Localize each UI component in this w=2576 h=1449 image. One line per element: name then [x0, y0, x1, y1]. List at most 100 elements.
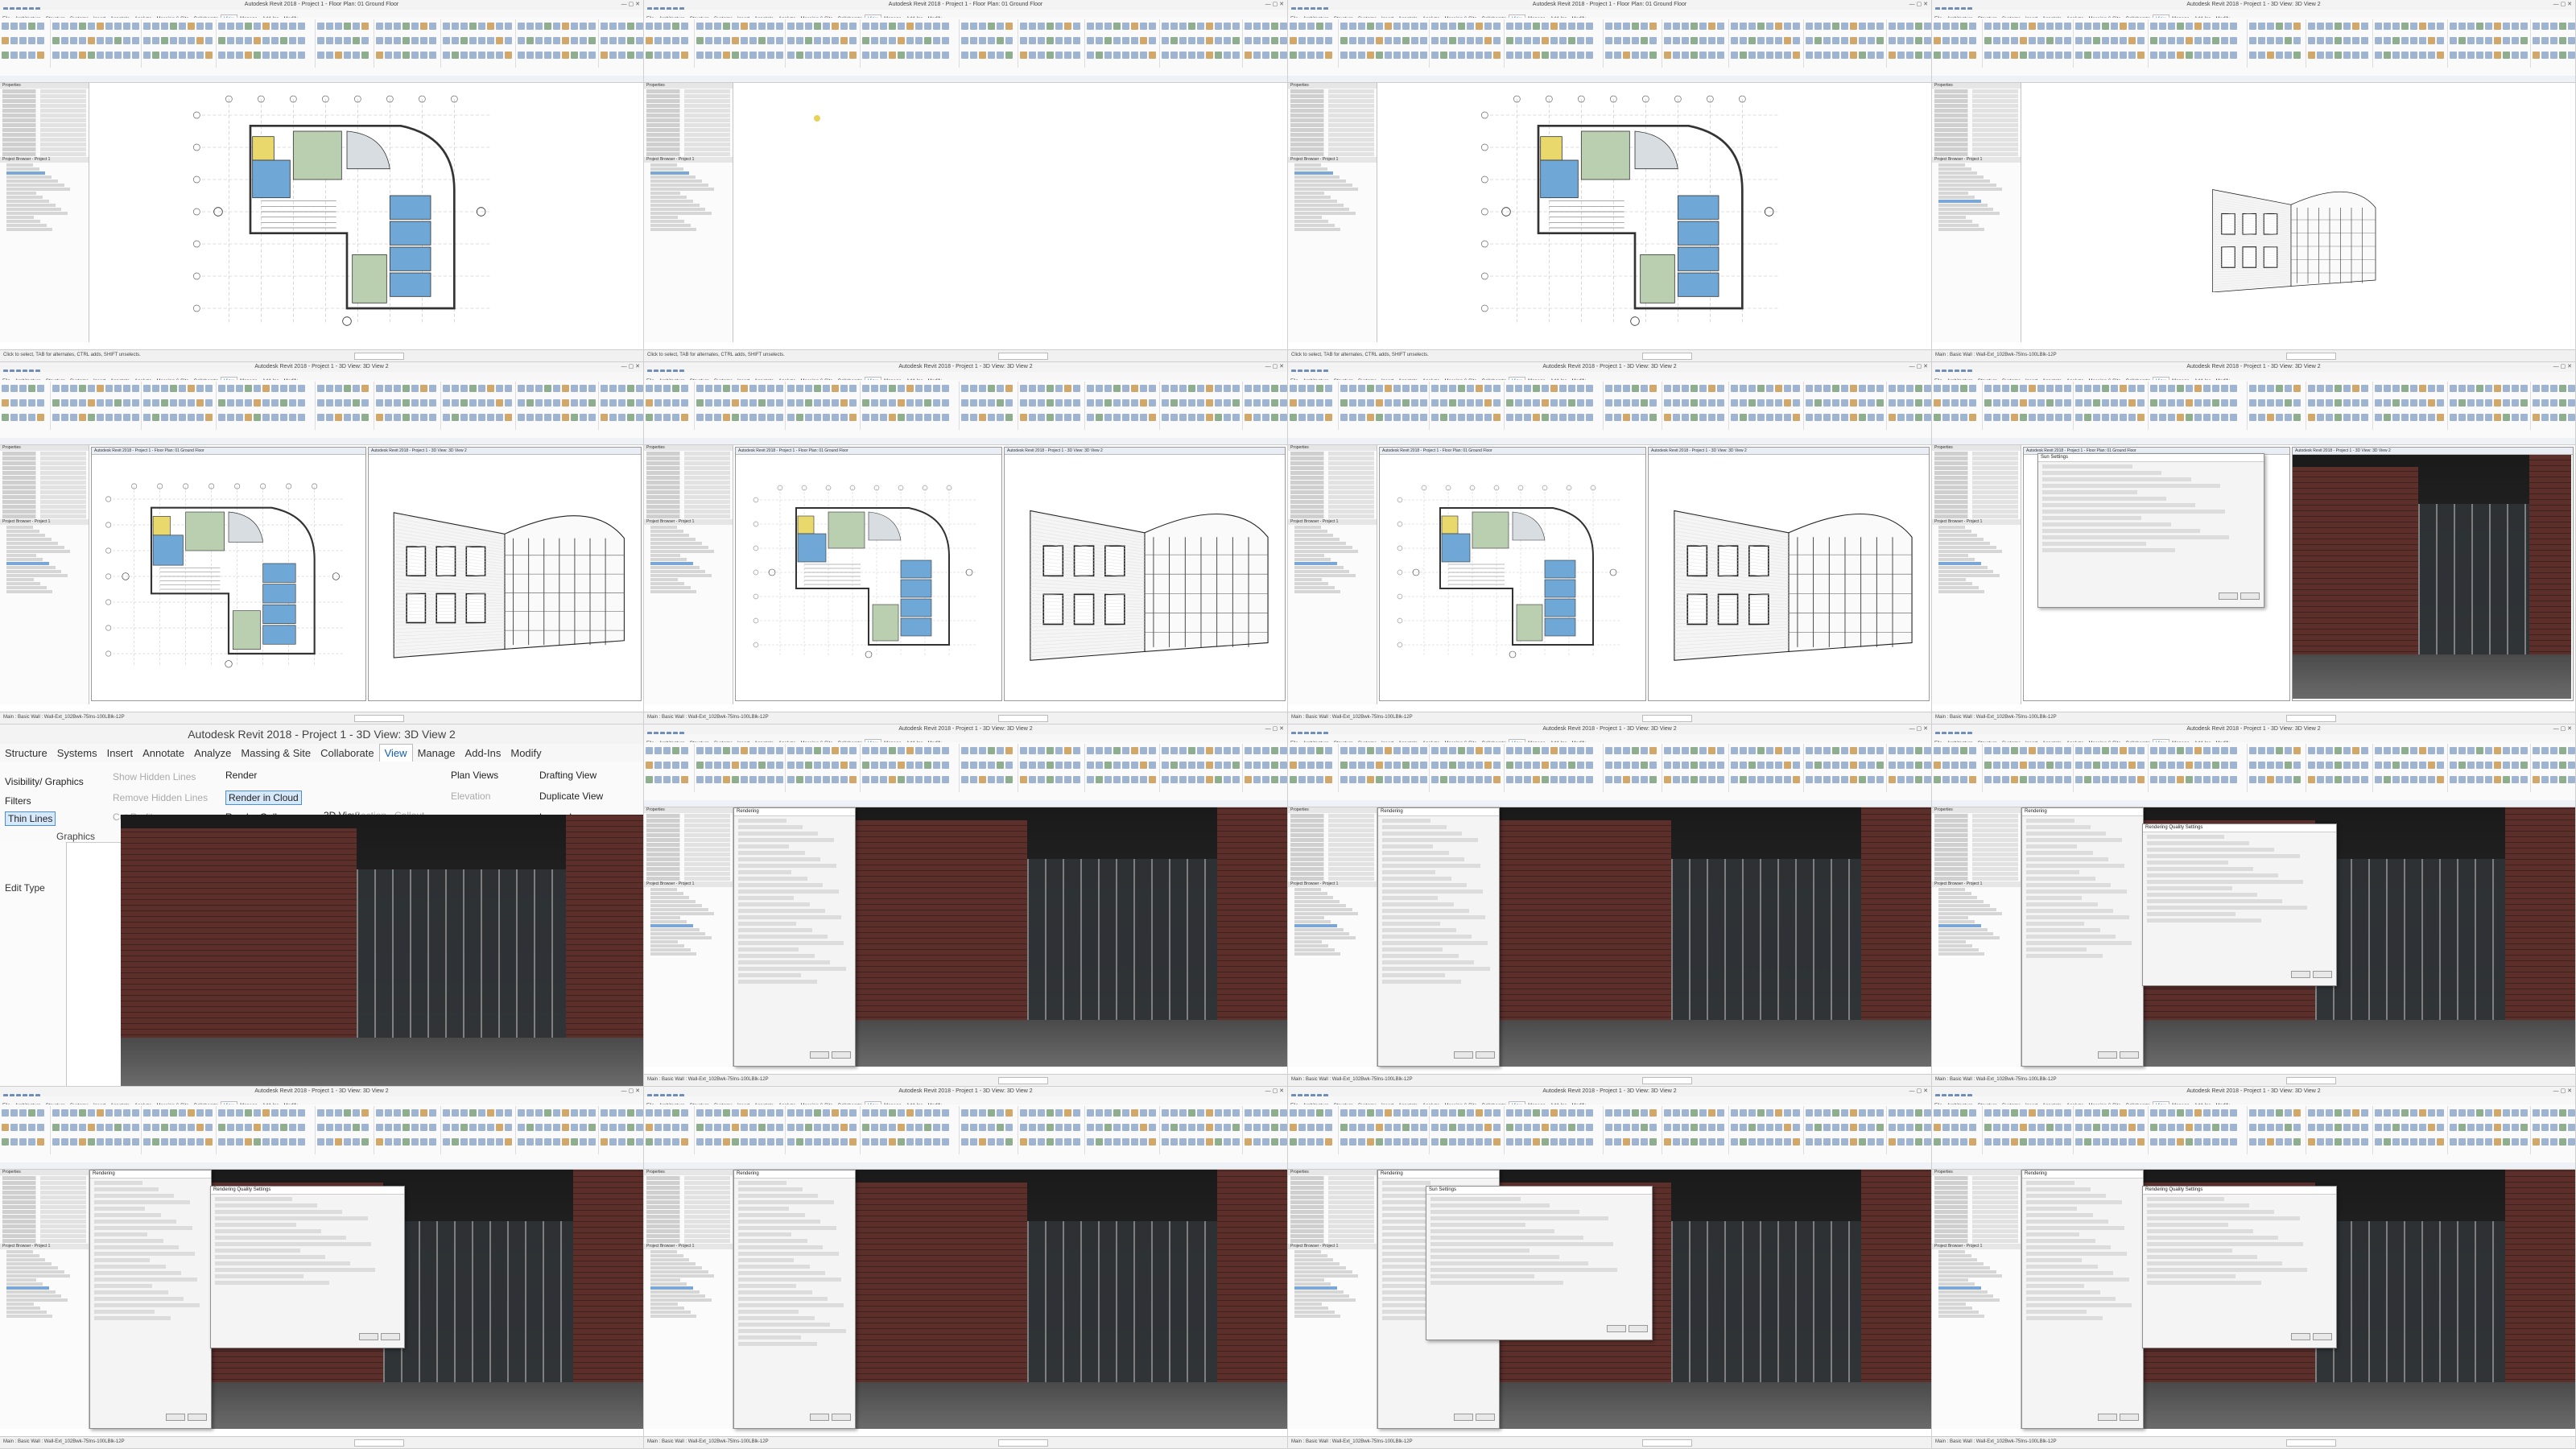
ribbon-tool-icon[interactable]	[2177, 23, 2184, 30]
ribbon-tool-icon[interactable]	[1934, 37, 1941, 44]
ribbon-tool-icon[interactable]	[1476, 414, 1483, 421]
ribbon-tool-icon[interactable]	[2230, 385, 2237, 392]
ribbon-tool-icon[interactable]	[2520, 385, 2528, 392]
ribbon-tool-icon[interactable]	[562, 1124, 569, 1131]
property-row[interactable]	[646, 838, 730, 842]
property-row[interactable]	[2, 152, 86, 156]
ribbon-tool-icon[interactable]	[2392, 399, 2400, 407]
dialog-window[interactable]: Rendering	[733, 1170, 856, 1429]
ribbon-tool-icon[interactable]	[2437, 385, 2444, 392]
ribbon-tool-icon[interactable]	[1046, 1138, 1054, 1146]
ribbon-tool-icon[interactable]	[1064, 1124, 1071, 1131]
ribbon-tool-icon[interactable]	[1197, 52, 1204, 59]
ribbon-tool-icon[interactable]	[1614, 23, 1621, 30]
ribbon-tool-icon[interactable]	[1149, 1124, 1156, 1131]
ribbon-tool-icon[interactable]	[2467, 1109, 2475, 1117]
ribbon-tool-icon[interactable]	[1906, 1124, 1913, 1131]
ribbon-tool-icon[interactable]	[2011, 37, 2018, 44]
ribbon-tool-icon[interactable]	[289, 1124, 296, 1131]
ribbon-tool-icon[interactable]	[2230, 399, 2237, 407]
ribbon-tool-icon[interactable]	[1367, 23, 1374, 30]
ribbon-tool-icon[interactable]	[1149, 399, 1156, 407]
ribbon-tool-icon[interactable]	[1924, 23, 1931, 30]
ribbon-tool-icon[interactable]	[2168, 385, 2175, 392]
ribbon-tool-icon[interactable]	[1823, 747, 1831, 754]
ribbon-tool-icon[interactable]	[942, 399, 949, 407]
ribbon-tool-icon[interactable]	[1682, 747, 1689, 754]
dialog-field[interactable]	[2147, 886, 2232, 890]
browser-tree-item[interactable]	[1294, 204, 1344, 207]
ribbon-tool-icon[interactable]	[849, 52, 857, 59]
ribbon-tool-icon[interactable]	[1349, 414, 1356, 421]
ribbon-tool-icon[interactable]	[2458, 747, 2466, 754]
ribbon-tool-icon[interactable]	[2361, 747, 2368, 754]
ribbon-tool-icon[interactable]	[1358, 23, 1365, 30]
ribbon-tool-icon[interactable]	[188, 52, 195, 59]
browser-tree-item[interactable]	[1938, 224, 1979, 227]
ribbon-tool-icon[interactable]	[1632, 52, 1639, 59]
ribbon-tool-icon[interactable]	[1149, 762, 1156, 769]
ribbon-tool-icon[interactable]	[749, 747, 757, 754]
ribbon-tool-icon[interactable]	[227, 1124, 234, 1131]
ribbon-tool-icon[interactable]	[452, 23, 459, 30]
ribbon-tool-icon[interactable]	[787, 23, 795, 30]
ribbon-tool-icon[interactable]	[402, 1138, 410, 1146]
ribbon-tool-icon[interactable]	[1876, 385, 1884, 392]
window-controls[interactable]: — ▢ ✕	[1909, 364, 1928, 370]
ribbon-tool-icon[interactable]	[227, 385, 234, 392]
ribbon-tool-icon[interactable]	[1349, 399, 1356, 407]
ribbon-tool-icon[interactable]	[2064, 399, 2071, 407]
ribbon-tool-icon[interactable]	[805, 23, 812, 30]
ribbon-tool-icon[interactable]	[2186, 762, 2193, 769]
ribbon-tool-icon[interactable]	[2308, 52, 2315, 59]
ribbon-tool-icon[interactable]	[2055, 23, 2062, 30]
ribbon-tool-icon[interactable]	[1131, 762, 1138, 769]
ribbon-tool-icon[interactable]	[942, 762, 949, 769]
property-row[interactable]	[1290, 1215, 1374, 1219]
property-row[interactable]	[1934, 824, 2018, 828]
ribbon-tool-icon[interactable]	[326, 414, 333, 421]
ribbon-tool-icon[interactable]	[2203, 385, 2211, 392]
property-row[interactable]	[646, 824, 730, 828]
ribbon-tool-icon[interactable]	[2352, 52, 2359, 59]
ribbon-tool-icon[interactable]	[2137, 1124, 2145, 1131]
ribbon-tool-icon[interactable]	[2111, 37, 2118, 44]
ribbon-tool-icon[interactable]	[2093, 776, 2100, 783]
ribbon-tool-icon[interactable]	[1096, 52, 1103, 59]
ribbon-tool-icon[interactable]	[161, 1124, 168, 1131]
ribbon-tool-icon[interactable]	[1298, 1109, 1306, 1117]
browser-tree-item[interactable]	[650, 224, 691, 227]
ribbon-tool-icon[interactable]	[1906, 776, 1913, 783]
ribbon-tool-icon[interactable]	[580, 414, 587, 421]
ribbon-tool-icon[interactable]	[2212, 385, 2219, 392]
ribbon-tool-icon[interactable]	[2120, 762, 2127, 769]
ribbon-tool-icon[interactable]	[609, 399, 617, 407]
ribbon-tool-icon[interactable]	[2064, 762, 2071, 769]
ribbon-tool-icon[interactable]	[1005, 1109, 1013, 1117]
property-row[interactable]	[1290, 1205, 1374, 1209]
ribbon-tool-icon[interactable]	[2361, 37, 2368, 44]
ribbon-tool-icon[interactable]	[1402, 1124, 1410, 1131]
dialog-field[interactable]	[738, 928, 812, 932]
ribbon-tool-icon[interactable]	[70, 385, 77, 392]
ribbon-tool-icon[interactable]	[1020, 52, 1027, 59]
ribbon-tool-icon[interactable]	[2458, 762, 2466, 769]
ribbon-tool-icon[interactable]	[143, 1109, 151, 1117]
ribbon-tool-icon[interactable]	[2512, 23, 2519, 30]
ribbon-tool-icon[interactable]	[28, 385, 35, 392]
cancel-button[interactable]	[832, 1051, 851, 1059]
ribbon-tool-icon[interactable]	[1748, 52, 1756, 59]
ribbon-tool-icon[interactable]	[961, 414, 968, 421]
ribbon-tool-icon[interactable]	[1586, 52, 1593, 59]
ribbon-tool-icon[interactable]	[654, 52, 662, 59]
ribbon-tool-icon[interactable]	[2194, 747, 2202, 754]
ribbon-tool-icon[interactable]	[823, 52, 830, 59]
ribbon-tool-icon[interactable]	[227, 1138, 234, 1146]
ribbon-tool-icon[interactable]	[1316, 1138, 1323, 1146]
dialog-field[interactable]	[2042, 529, 2200, 533]
browser-tree-item[interactable]	[1294, 1298, 1356, 1302]
ribbon-tool-icon[interactable]	[1664, 52, 1671, 59]
ribbon-tool-icon[interactable]	[1340, 747, 1348, 754]
ribbon-tool-icon[interactable]	[1632, 1109, 1639, 1117]
property-row[interactable]	[2, 109, 86, 113]
